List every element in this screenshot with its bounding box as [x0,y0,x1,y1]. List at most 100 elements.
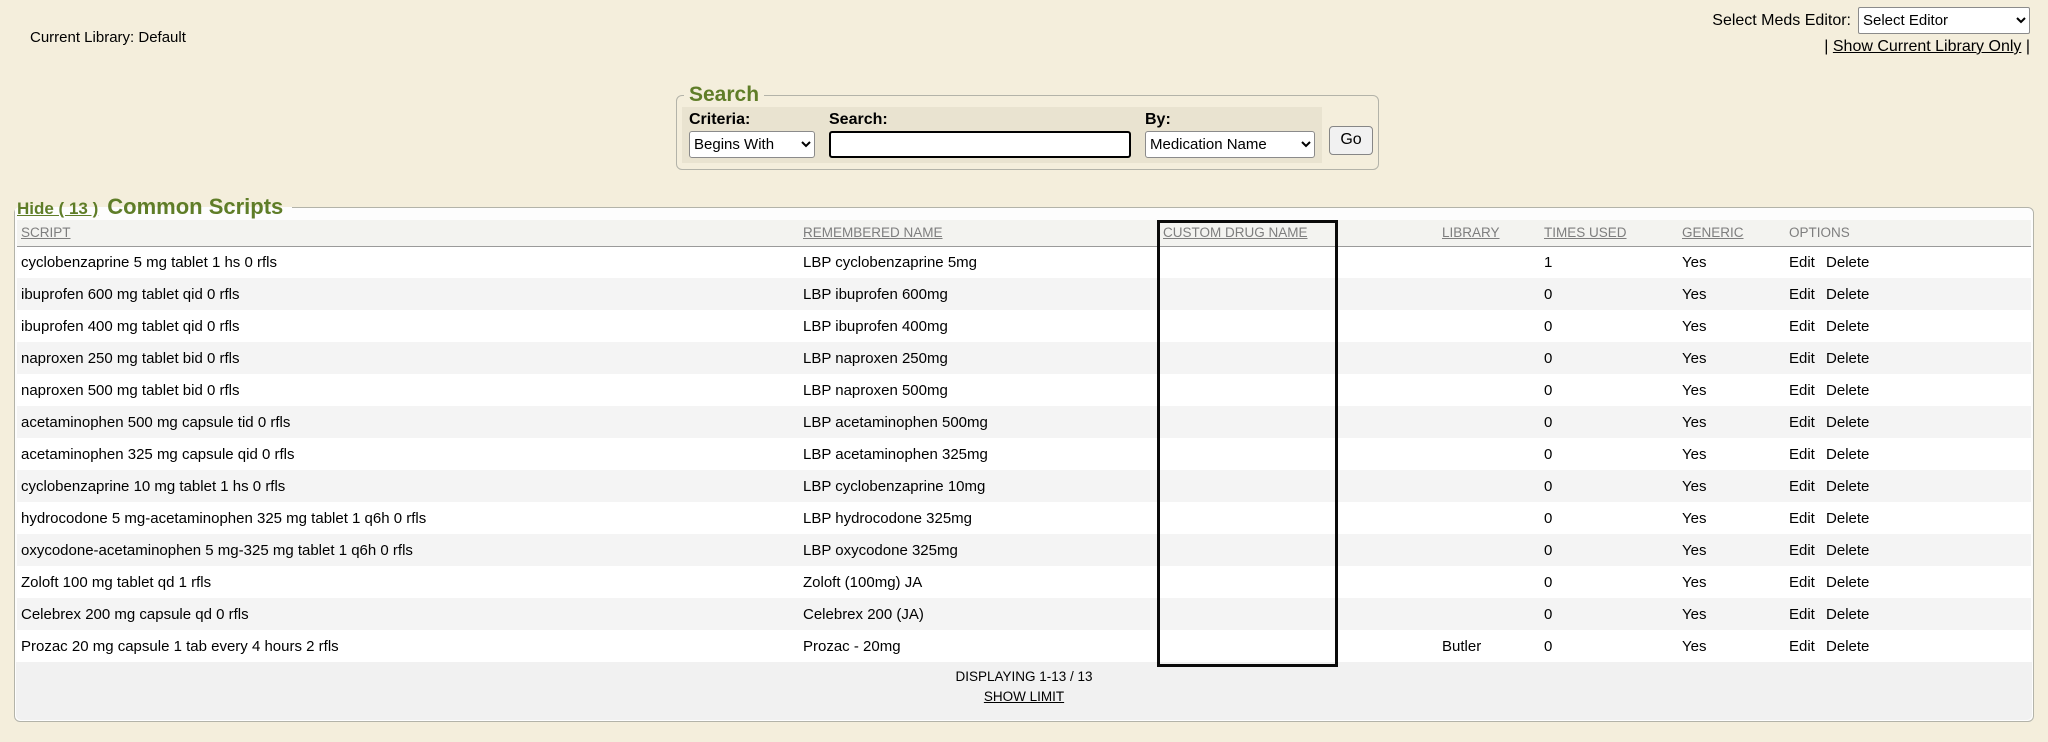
library-cell [1438,406,1540,438]
generic-cell: Yes [1678,246,1785,278]
script-sort-link[interactable]: SCRIPT [21,225,71,240]
table-row: cyclobenzaprine 5 mg tablet 1 hs 0 rfls … [17,246,2031,278]
edit-link[interactable]: Edit [1789,350,1815,367]
delete-link[interactable]: Delete [1826,382,1869,399]
library-cell [1438,502,1540,534]
times-used-cell: 0 [1540,598,1678,630]
edit-link[interactable]: Edit [1789,638,1815,655]
search-label: Search: [829,109,1131,131]
custom-drug-name-cell [1159,470,1438,502]
delete-link[interactable]: Delete [1826,510,1869,527]
search-input[interactable] [829,131,1131,158]
go-button[interactable]: Go [1329,126,1373,155]
options-cell: Edit Delete [1785,470,2031,502]
table-row: ibuprofen 600 mg tablet qid 0 rfls LBP i… [17,278,2031,310]
delete-link[interactable]: Delete [1826,350,1869,367]
times-used-cell: 0 [1540,630,1678,662]
times-used-cell: 0 [1540,278,1678,310]
custom-drug-name-cell [1159,278,1438,310]
delete-link[interactable]: Delete [1826,414,1869,431]
edit-link[interactable]: Edit [1789,542,1815,559]
times-used-cell: 0 [1540,310,1678,342]
times-used-cell: 0 [1540,470,1678,502]
edit-link[interactable]: Edit [1789,606,1815,623]
generic-cell: Yes [1678,630,1785,662]
times-used-cell: 0 [1540,342,1678,374]
scripts-table-body: cyclobenzaprine 5 mg tablet 1 hs 0 rfls … [17,246,2031,662]
script-cell: acetaminophen 500 mg capsule tid 0 rfls [17,406,799,438]
edit-link[interactable]: Edit [1789,446,1815,463]
delete-link[interactable]: Delete [1826,542,1869,559]
generic-sort-link[interactable]: GENERIC [1682,225,1744,240]
by-label: By: [1145,109,1315,131]
table-row: oxycodone-acetaminophen 5 mg-325 mg tabl… [17,534,2031,566]
edit-link[interactable]: Edit [1789,286,1815,303]
search-legend: Search [684,84,764,106]
current-library-label: Current Library: Default [30,29,186,46]
library-sort-link[interactable]: LIBRARY [1442,225,1500,240]
edit-link[interactable]: Edit [1789,318,1815,335]
generic-cell: Yes [1678,534,1785,566]
script-cell: oxycodone-acetaminophen 5 mg-325 mg tabl… [17,534,799,566]
options-cell: Edit Delete [1785,374,2031,406]
generic-cell: Yes [1678,438,1785,470]
common-scripts-fieldset: Hide ( 13 ) Common Scripts SCRIPT REMEMB… [14,194,2034,722]
delete-link[interactable]: Delete [1826,254,1869,271]
edit-link[interactable]: Edit [1789,510,1815,527]
table-row: Prozac 20 mg capsule 1 tab every 4 hours… [17,630,2031,662]
edit-link[interactable]: Edit [1789,414,1815,431]
custom-drug-name-cell [1159,310,1438,342]
library-cell [1438,310,1540,342]
edit-link[interactable]: Edit [1789,254,1815,271]
edit-link[interactable]: Edit [1789,478,1815,495]
remembered-name-cell: LBP cyclobenzaprine 10mg [799,470,1159,502]
edit-link[interactable]: Edit [1789,382,1815,399]
remembered-name-sort-link[interactable]: REMEMBERED NAME [803,225,943,240]
options-cell: Edit Delete [1785,598,2031,630]
delete-link[interactable]: Delete [1826,638,1869,655]
remembered-name-cell: Prozac - 20mg [799,630,1159,662]
options-cell: Edit Delete [1785,310,2031,342]
times-used-sort-link[interactable]: TIMES USED [1544,225,1627,240]
delete-link[interactable]: Delete [1826,446,1869,463]
delete-link[interactable]: Delete [1826,574,1869,591]
script-cell: acetaminophen 325 mg capsule qid 0 rfls [17,438,799,470]
table-row: acetaminophen 500 mg capsule tid 0 rfls … [17,406,2031,438]
hide-link[interactable]: Hide ( 13 ) [17,199,98,219]
delete-link[interactable]: Delete [1826,478,1869,495]
custom-drug-name-cell [1159,246,1438,278]
custom-drug-name-cell [1159,566,1438,598]
options-cell: Edit Delete [1785,246,2031,278]
delete-link[interactable]: Delete [1826,286,1869,303]
custom-drug-name-sort-link[interactable]: CUSTOM DRUG NAME [1163,225,1308,240]
criteria-select[interactable]: Begins With [689,131,815,158]
show-current-library-link[interactable]: Show Current Library Only [1833,38,2022,55]
script-cell: Prozac 20 mg capsule 1 tab every 4 hours… [17,630,799,662]
meds-editor-select[interactable]: Select Editor [1858,7,2030,34]
common-scripts-title: Common Scripts [107,194,283,220]
show-limit-link[interactable]: SHOW LIMIT [984,689,1064,704]
times-used-cell: 1 [1540,246,1678,278]
script-cell: ibuprofen 600 mg tablet qid 0 rfls [17,278,799,310]
library-cell [1438,438,1540,470]
meds-editor-label: Select Meds Editor: [1712,12,1851,30]
criteria-column: Criteria: Begins With [682,107,822,163]
criteria-label: Criteria: [689,109,815,131]
custom-drug-name-cell [1159,438,1438,470]
remembered-name-cell: LBP ibuprofen 600mg [799,278,1159,310]
library-cell: Butler [1438,630,1540,662]
library-only-row: | Show Current Library Only | [1824,38,2030,56]
delete-link[interactable]: Delete [1826,318,1869,335]
times-used-cell: 0 [1540,566,1678,598]
delete-link[interactable]: Delete [1826,606,1869,623]
column-header-options: OPTIONS [1785,220,2031,246]
options-cell: Edit Delete [1785,534,2031,566]
custom-drug-name-cell [1159,342,1438,374]
table-row: naproxen 250 mg tablet bid 0 rfls LBP na… [17,342,2031,374]
by-select[interactable]: Medication Name [1145,131,1315,158]
edit-link[interactable]: Edit [1789,574,1815,591]
common-scripts-legend: Hide ( 13 ) Common Scripts [15,194,292,220]
options-cell: Edit Delete [1785,278,2031,310]
options-cell: Edit Delete [1785,630,2031,662]
library-cell [1438,598,1540,630]
